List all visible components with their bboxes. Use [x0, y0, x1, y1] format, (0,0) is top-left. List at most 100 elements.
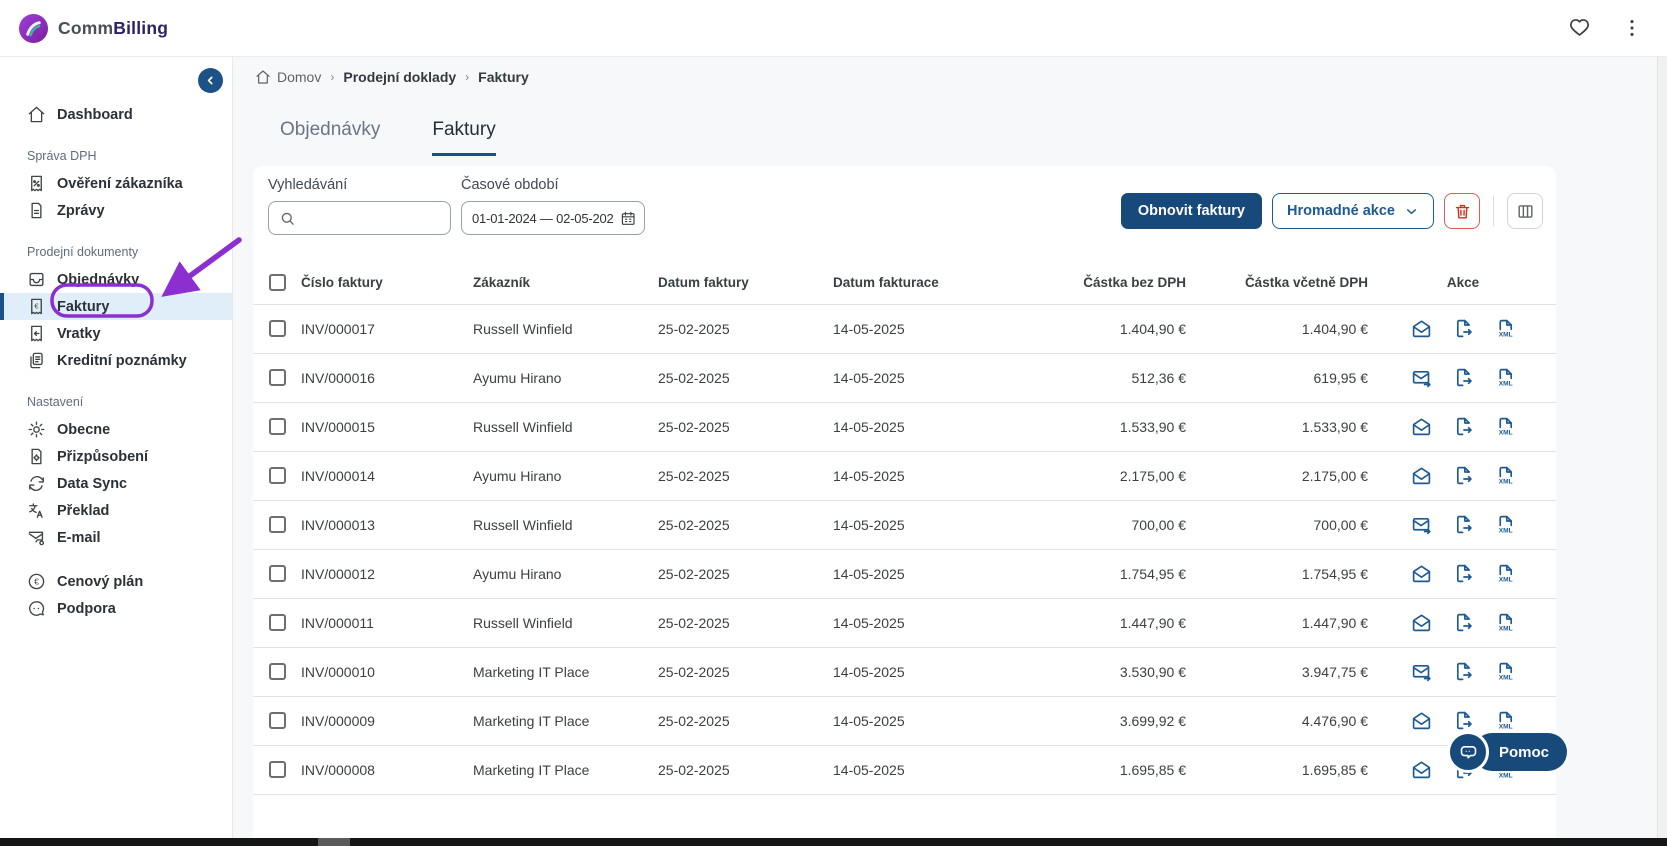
table-row[interactable]: INV/000010 Marketing IT Place 25-02-2025… [253, 647, 1556, 696]
sidebar-item-preklad[interactable]: Překlad [0, 497, 232, 524]
row-checkbox[interactable] [269, 712, 286, 729]
favorites-heart-icon[interactable] [1566, 15, 1593, 42]
sidebar-item-podpora[interactable]: Podpora [0, 595, 232, 622]
sidebar-item-faktury[interactable]: € Faktury [0, 293, 232, 320]
row-checkbox[interactable] [269, 369, 286, 386]
sidebar-item-zpravy[interactable]: Zprávy [0, 197, 232, 224]
sidebar-item-cenovy-plan[interactable]: € Cenový plán [0, 568, 232, 595]
amount-gross: 1.533,90 € [1302, 419, 1368, 435]
export-document-button[interactable] [1453, 367, 1474, 388]
horizontal-scrollbar[interactable] [0, 838, 1667, 846]
document-export-icon [1453, 661, 1474, 682]
svg-text:€: € [34, 301, 39, 310]
row-checkbox[interactable] [269, 418, 286, 435]
sidebar-item-prizpusobeni[interactable]: Přizpůsobení [0, 443, 232, 470]
download-xml-button[interactable]: XML [1495, 661, 1516, 682]
sidebar-item-objednavky[interactable]: Objednávky [0, 266, 232, 293]
tab-objednavky[interactable]: Objednávky [280, 119, 380, 156]
billing-date: 14-05-2025 [833, 419, 905, 435]
export-document-button[interactable] [1453, 563, 1474, 584]
download-xml-button[interactable]: XML [1495, 612, 1516, 633]
bulk-actions-button[interactable]: Hromadné akce [1272, 193, 1434, 229]
download-xml-button[interactable]: XML [1495, 367, 1516, 388]
table-row[interactable]: INV/000008 Marketing IT Place 25-02-2025… [253, 745, 1556, 794]
email-open-icon [1411, 563, 1432, 584]
breadcrumb-item[interactable]: Faktury [478, 69, 529, 85]
column-header: Zákazník [473, 262, 658, 304]
send-email-button[interactable] [1411, 514, 1432, 535]
send-email-button[interactable] [1411, 563, 1432, 584]
download-xml-button[interactable]: XML [1495, 416, 1516, 437]
breadcrumb-home[interactable]: Domov [255, 69, 321, 85]
row-checkbox[interactable] [269, 565, 286, 582]
row-checkbox[interactable] [269, 467, 286, 484]
download-xml-button[interactable]: XML [1495, 514, 1516, 535]
more-options-icon[interactable] [1619, 15, 1645, 41]
export-document-button[interactable] [1453, 514, 1474, 535]
export-document-button[interactable] [1453, 416, 1474, 437]
invoice-number: INV/000008 [301, 762, 375, 778]
breadcrumb-item[interactable]: Domov [277, 69, 321, 85]
sidebar-item-vratky[interactable]: Vratky [0, 320, 232, 347]
sidebar-item-overeni-zakaznika[interactable]: Ověření zákazníka [0, 170, 232, 197]
send-email-button[interactable] [1411, 710, 1432, 731]
tab-faktury[interactable]: Faktury [432, 119, 495, 156]
export-document-button[interactable] [1453, 465, 1474, 486]
table-row[interactable]: INV/000016 Ayumu Hirano 25-02-2025 14-05… [253, 353, 1556, 402]
vertical-scrollbar[interactable] [1657, 57, 1667, 838]
delete-button[interactable] [1444, 193, 1480, 229]
export-document-button[interactable] [1453, 318, 1474, 339]
send-email-button[interactable] [1411, 612, 1432, 633]
table-row[interactable]: INV/000012 Ayumu Hirano 25-02-2025 14-05… [253, 549, 1556, 598]
date-range-input[interactable]: 01-01-2024 — 02-05-202 [461, 201, 645, 235]
horizontal-scrollbar-thumb[interactable] [318, 838, 350, 846]
download-xml-button[interactable]: XML [1495, 318, 1516, 339]
export-document-button[interactable] [1453, 661, 1474, 682]
columns-settings-button[interactable] [1507, 193, 1543, 229]
search-input[interactable] [304, 211, 440, 226]
customer-name: Marketing IT Place [473, 713, 589, 729]
download-xml-button[interactable]: XML [1495, 710, 1516, 731]
breadcrumb-item[interactable]: Prodejní doklady [343, 69, 456, 85]
download-xml-button[interactable]: XML [1495, 563, 1516, 584]
column-header: Datum faktury [658, 262, 833, 304]
row-checkbox[interactable] [269, 320, 286, 337]
table-row[interactable]: INV/000014 Ayumu Hirano 25-02-2025 14-05… [253, 451, 1556, 500]
euro-circle-icon: € [27, 572, 46, 591]
help-button[interactable]: Pomoc [1447, 731, 1567, 773]
sidebar-item-data-sync[interactable]: Data Sync [0, 470, 232, 497]
send-email-button[interactable] [1411, 318, 1432, 339]
download-xml-button[interactable]: XML [1495, 465, 1516, 486]
search-label: Vyhledávání [268, 177, 451, 193]
email-open-icon [1411, 710, 1432, 731]
sidebar-item-kreditni-poznamky[interactable]: Kreditní poznámky [0, 347, 232, 374]
send-email-button[interactable] [1411, 759, 1432, 780]
row-checkbox[interactable] [269, 761, 286, 778]
select-all-checkbox[interactable] [269, 274, 286, 291]
row-checkbox[interactable] [269, 516, 286, 533]
customer-name: Ayumu Hirano [473, 566, 561, 582]
table-row[interactable]: INV/000013 Russell Winfield 25-02-2025 1… [253, 500, 1556, 549]
send-email-button[interactable] [1411, 465, 1432, 486]
row-checkbox[interactable] [269, 614, 286, 631]
send-email-button[interactable] [1411, 661, 1432, 682]
invoices-panel: Vyhledávání Časové období 01-01-2024 — 0… [253, 166, 1556, 838]
row-checkbox[interactable] [269, 663, 286, 680]
svg-text:XML: XML [1498, 723, 1512, 730]
table-row[interactable]: INV/000011 Russell Winfield 25-02-2025 1… [253, 598, 1556, 647]
amount-gross: 700,00 € [1314, 517, 1369, 533]
table-row[interactable]: INV/000015 Russell Winfield 25-02-2025 1… [253, 402, 1556, 451]
send-email-button[interactable] [1411, 416, 1432, 437]
refresh-invoices-button[interactable]: Obnovit faktury [1121, 193, 1262, 229]
table-row[interactable]: INV/000009 Marketing IT Place 25-02-2025… [253, 696, 1556, 745]
export-document-button[interactable] [1453, 612, 1474, 633]
breadcrumb: Domov › Prodejní doklady › Faktury [255, 69, 529, 85]
send-email-button[interactable] [1411, 367, 1432, 388]
amount-net: 1.533,90 € [1120, 419, 1186, 435]
sidebar-item-dashboard[interactable]: Dashboard [0, 101, 232, 128]
sidebar-collapse-button[interactable] [198, 68, 223, 93]
sidebar-item-obecne[interactable]: Obecne [0, 416, 232, 443]
table-row[interactable]: INV/000017 Russell Winfield 25-02-2025 1… [253, 304, 1556, 353]
export-document-button[interactable] [1453, 710, 1474, 731]
sidebar-item-email[interactable]: E-mail [0, 524, 232, 551]
